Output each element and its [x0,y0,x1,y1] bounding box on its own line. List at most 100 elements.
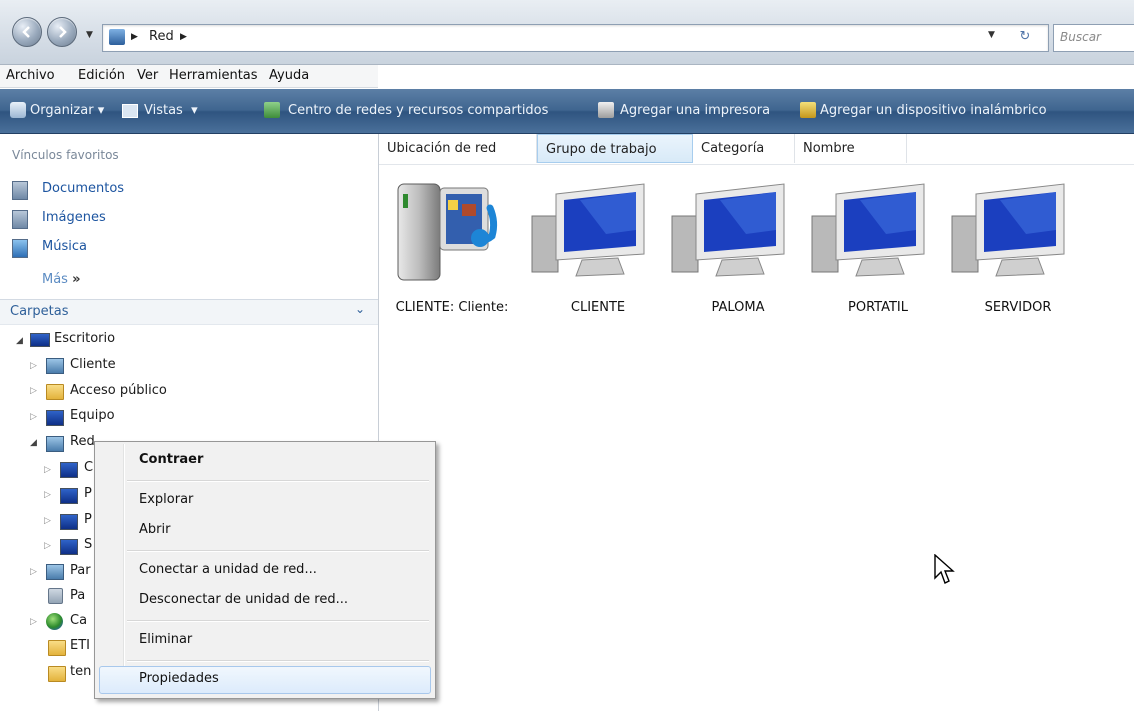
column-categoria[interactable]: Categoría [693,134,795,163]
wireless-device-icon [800,102,816,118]
address-bar: ▼ ▶ Red ▶ ▼ ↻ Buscar [0,0,1134,65]
menu-edicion[interactable]: Edición [78,68,125,83]
media-server-icon [397,183,498,281]
menu-bar: Archivo Edición Ver Herramientas Ayuda [0,65,378,88]
menu-ayuda[interactable]: Ayuda [269,68,309,83]
address-field[interactable]: ▶ Red ▶ [102,24,1049,52]
back-button[interactable] [12,17,42,47]
collapsed-arrow-icon[interactable]: ▷ [30,361,37,371]
address-dropdown-icon[interactable]: ▼ [988,30,995,40]
column-nombre[interactable]: Nombre [795,134,907,163]
media-server-item[interactable]: CLIENTE: Cliente: [386,170,526,330]
music-icon [12,239,28,258]
column-grupo-de-trabajo[interactable]: Grupo de trabajo [537,134,693,163]
collapsed-arrow-icon[interactable]: ▷ [30,386,37,396]
collapsed-arrow-icon[interactable]: ▷ [30,617,37,627]
collapsed-arrow-icon[interactable]: ▷ [44,465,51,475]
network-center-button[interactable]: Centro de redes y recursos compartidos [288,103,548,118]
computer-item-portatil[interactable]: PORTATIL [808,170,948,330]
views-button[interactable]: Vistas ▾ [144,103,198,118]
tree-red[interactable]: Red [70,434,95,449]
add-wireless-button[interactable]: Agregar un dispositivo inalámbrico [820,103,1047,118]
item-label: PORTATIL [848,300,908,315]
expanded-arrow-icon[interactable]: ◢ [30,438,37,448]
tree-escritorio[interactable]: Escritorio [54,331,115,346]
menu-item-abrir[interactable]: Abrir [139,522,170,537]
item-label: PALOMA [711,300,765,315]
network-center-icon [264,102,280,118]
menu-separator [127,660,429,662]
menu-herramientas[interactable]: Herramientas [169,68,258,83]
control-panel-icon [46,564,64,580]
tree-panel[interactable]: Par [70,563,91,578]
mouse-cursor-icon [934,553,956,590]
tree-eti[interactable]: ETI [70,638,90,653]
favorites-header: Vínculos favoritos [12,148,119,162]
collapsed-arrow-icon[interactable]: ▷ [44,490,51,500]
tree-network-computer[interactable]: P [84,486,92,501]
printer-icon [598,102,614,118]
tree-network-computer[interactable]: S [84,537,92,552]
computer-icon [60,514,78,530]
item-label: SERVIDOR [984,300,1052,315]
tree-cliente[interactable]: Cliente [70,357,116,372]
computer-icon [60,462,78,478]
menu-item-desconectar-unidad[interactable]: Desconectar de unidad de red... [139,592,348,607]
collapsed-arrow-icon[interactable]: ▷ [44,541,51,551]
globe-icon [46,613,63,630]
computer-item-servidor[interactable]: SERVIDOR [948,170,1088,330]
tree-network-computer[interactable]: C [84,460,93,475]
menu-archivo[interactable]: Archivo [6,68,55,83]
menu-item-propiedades[interactable]: Propiedades [139,671,219,686]
collapsed-arrow-icon[interactable]: ▷ [30,567,37,577]
tree-carpeta[interactable]: Ca [70,613,87,628]
computer-item-paloma[interactable]: PALOMA [668,170,808,330]
favorite-musica[interactable]: Música [42,239,87,254]
menu-item-contraer[interactable]: Contraer [139,452,203,467]
add-printer-button[interactable]: Agregar una impresora [620,103,770,118]
folder-icon [48,640,66,656]
computer-icon [60,539,78,555]
column-headers: Ubicación de red Grupo de trabajo Catego… [379,134,1134,165]
menu-ver[interactable]: Ver [137,68,158,83]
more-favorites-link[interactable]: Más » [42,272,81,287]
organize-button[interactable]: Organizar ▾ [30,103,104,118]
forward-arrow-icon [59,26,67,38]
expanded-arrow-icon[interactable]: ◢ [16,336,23,346]
recent-pages-dropdown-icon[interactable]: ▼ [86,30,93,40]
network-icon [109,29,125,45]
tree-papelera[interactable]: Pa [70,588,85,603]
favorite-documentos[interactable]: Documentos [42,181,124,196]
network-icon [46,436,64,452]
computer-item-cliente[interactable]: CLIENTE [528,170,668,330]
folders-title: Carpetas [10,304,69,319]
favorite-imagenes[interactable]: Imágenes [42,210,106,225]
organize-icon [10,102,26,118]
breadcrumb-red[interactable]: Red [149,29,174,44]
pictures-icon [12,210,28,229]
search-input[interactable]: Buscar [1053,24,1134,52]
tree-equipo[interactable]: Equipo [70,408,115,423]
menu-item-conectar-unidad[interactable]: Conectar a unidad de red... [139,562,317,577]
tree-ten[interactable]: ten [70,664,91,679]
breadcrumb-separator-icon[interactable]: ▶ [180,32,187,42]
collapsed-arrow-icon[interactable]: ▷ [30,412,37,422]
folder-icon [48,666,66,682]
menu-item-explorar[interactable]: Explorar [139,492,193,507]
column-ubicacion-de-red[interactable]: Ubicación de red [379,134,537,163]
forward-button[interactable] [47,17,77,47]
breadcrumb-separator-icon: ▶ [131,32,138,42]
refresh-icon[interactable]: ↻ [1010,26,1040,48]
back-arrow-icon [22,26,30,38]
folders-header[interactable]: Carpetas ⌄ [0,299,378,325]
menu-item-eliminar[interactable]: Eliminar [139,632,192,647]
folder-icon [46,384,64,400]
tree-network-computer[interactable]: P [84,512,92,527]
documents-icon [12,181,28,200]
tree-acceso-publico[interactable]: Acceso público [70,383,167,398]
collapsed-arrow-icon[interactable]: ▷ [44,516,51,526]
menu-gutter [123,444,125,694]
computer-icon [60,488,78,504]
chevron-down-icon[interactable]: ⌄ [355,302,365,316]
search-placeholder: Buscar [1060,30,1101,44]
